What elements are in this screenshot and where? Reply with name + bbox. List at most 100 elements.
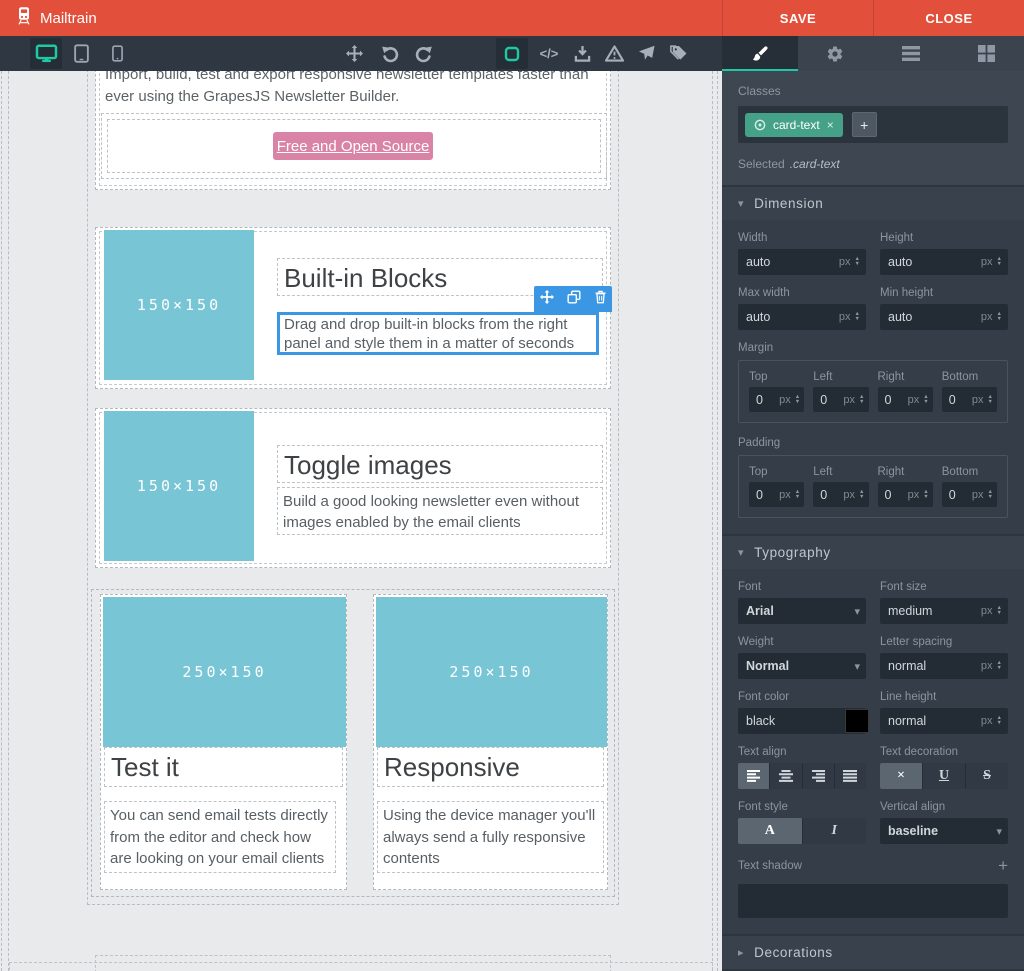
card-text-cell[interactable]: You can send email tests directly from t…	[104, 801, 336, 873]
card-text[interactable]: Build a good looking newsletter even wit…	[278, 488, 602, 536]
selected-card-text[interactable]: Drag and drop built-in blocks from the r…	[277, 312, 599, 355]
spinner-icon[interactable]: ▲▼	[997, 312, 1002, 322]
section-dimension-header[interactable]: ▾ Dimension	[722, 185, 1024, 220]
height-input[interactable]: auto px ▲▼	[880, 249, 1008, 275]
spinner-icon[interactable]: ▲▼	[923, 395, 928, 405]
style-bold-button[interactable]: A	[738, 818, 803, 844]
vertical-align-select[interactable]: baseline ▾	[880, 818, 1008, 844]
open-code-button[interactable]: </>	[536, 38, 562, 69]
placeholder-image[interactable]: 150×150	[104, 411, 254, 561]
class-tag-card-text[interactable]: card-text ×	[745, 113, 843, 137]
font-color-input[interactable]: black	[738, 708, 866, 734]
card-title-cell[interactable]: Test it	[104, 747, 343, 787]
max-width-input[interactable]: auto px ▲▼	[738, 304, 866, 330]
font-size-input[interactable]: medium px ▲▼	[880, 598, 1008, 624]
drag-component-icon[interactable]	[540, 290, 554, 309]
letter-spacing-input[interactable]: normal px ▲▼	[880, 653, 1008, 679]
intro-text[interactable]: Import, build, test and export responsiv…	[105, 71, 610, 108]
spinner-icon[interactable]: ▲▼	[997, 606, 1002, 616]
align-justify-button[interactable]	[835, 763, 866, 789]
section-typography-header[interactable]: ▾ Typography	[722, 534, 1024, 569]
padding-right-input[interactable]: 0 px ▲▼	[878, 482, 933, 507]
merge-tags-button[interactable]	[664, 38, 690, 69]
card-title[interactable]: Test it	[105, 748, 342, 787]
min-height-input[interactable]: auto px ▲▼	[880, 304, 1008, 330]
align-left-button[interactable]	[738, 763, 770, 789]
decoration-underline-button[interactable]: U	[923, 763, 966, 789]
copy-component-icon[interactable]	[567, 290, 581, 309]
spinner-icon[interactable]: ▲▼	[859, 490, 864, 500]
color-swatch[interactable]	[845, 709, 869, 733]
card-text[interactable]: Drag and drop built-in blocks from the r…	[280, 315, 596, 353]
add-class-button[interactable]: +	[852, 112, 877, 137]
spinner-icon[interactable]: ▲▼	[859, 395, 864, 405]
align-right-button[interactable]	[803, 763, 835, 789]
clear-canvas-button[interactable]	[601, 38, 627, 69]
save-button[interactable]: SAVE	[722, 0, 873, 36]
margin-left-input[interactable]: 0 px ▲▼	[813, 387, 868, 412]
newsletter-header-section[interactable]: Import, build, test and export responsiv…	[95, 71, 611, 190]
card-title[interactable]: Toggle images	[278, 446, 602, 485]
card-text[interactable]: Using the device manager you'll always s…	[378, 802, 603, 873]
spinner-icon[interactable]: ▲▼	[855, 257, 860, 267]
padding-top-input[interactable]: 0 px ▲▼	[749, 482, 804, 507]
spinner-icon[interactable]: ▲▼	[923, 490, 928, 500]
add-text-shadow-button[interactable]: +	[998, 856, 1008, 876]
tab-style-manager[interactable]	[722, 36, 798, 71]
redo-button[interactable]	[412, 38, 436, 69]
section-decorations-header[interactable]: ▸ Decorations	[722, 934, 1024, 969]
spinner-icon[interactable]: ▲▼	[988, 490, 993, 500]
close-button[interactable]: CLOSE	[873, 0, 1024, 36]
editor-canvas[interactable]: Import, build, test and export responsiv…	[0, 71, 722, 971]
card-toggle-images[interactable]: 150×150 Toggle images Build a good looki…	[95, 408, 611, 568]
card-text-cell[interactable]: Build a good looking newsletter even wit…	[277, 487, 603, 535]
tab-settings[interactable]	[798, 36, 874, 71]
move-component-button[interactable]	[342, 38, 366, 69]
classes-field[interactable]: card-text × +	[738, 106, 1008, 143]
weight-select[interactable]: Normal ▾	[738, 653, 866, 679]
card-title-cell[interactable]: Responsive	[377, 747, 604, 787]
tab-layers[interactable]	[873, 36, 949, 71]
spinner-icon[interactable]: ▲▼	[997, 257, 1002, 267]
card-responsive[interactable]: 250×150 Responsive Using the device mana…	[373, 594, 608, 890]
font-select[interactable]: Arial ▾	[738, 598, 866, 624]
tab-blocks[interactable]	[949, 36, 1024, 71]
undo-button[interactable]	[378, 38, 402, 69]
placeholder-image[interactable]: 250×150	[376, 597, 607, 747]
margin-bottom-input[interactable]: 0 px ▲▼	[942, 387, 997, 412]
remove-class-icon[interactable]: ×	[827, 118, 834, 132]
toggle-borders-button[interactable]	[496, 38, 528, 69]
text-shadow-list[interactable]	[738, 884, 1008, 918]
device-desktop-button[interactable]	[30, 38, 62, 69]
spinner-icon[interactable]: ▲▼	[997, 716, 1002, 726]
send-test-button[interactable]	[634, 38, 658, 69]
card-test-it[interactable]: 250×150 Test it You can send email tests…	[100, 594, 347, 890]
decoration-none-button[interactable]: ×	[880, 763, 923, 789]
card-title[interactable]: Responsive	[378, 748, 603, 787]
margin-right-input[interactable]: 0 px ▲▼	[878, 387, 933, 412]
padding-bottom-input[interactable]: 0 px ▲▼	[942, 482, 997, 507]
spinner-icon[interactable]: ▲▼	[855, 312, 860, 322]
align-center-button[interactable]	[770, 763, 802, 789]
cta-button[interactable]: Free and Open Source	[273, 132, 433, 160]
card-title-cell[interactable]: Toggle images	[277, 445, 603, 483]
card-built-in-blocks[interactable]: 150×150 Built-in Blocks	[95, 227, 611, 389]
spinner-icon[interactable]: ▲▼	[997, 661, 1002, 671]
card-text-cell[interactable]: Using the device manager you'll always s…	[377, 801, 604, 873]
line-height-input[interactable]: normal px ▲▼	[880, 708, 1008, 734]
spinner-icon[interactable]: ▲▼	[795, 490, 800, 500]
device-tablet-button[interactable]	[67, 38, 95, 69]
device-mobile-button[interactable]	[103, 38, 131, 69]
margin-top-input[interactable]: 0 px ▲▼	[749, 387, 804, 412]
spinner-icon[interactable]: ▲▼	[988, 395, 993, 405]
width-input[interactable]: auto px ▲▼	[738, 249, 866, 275]
decoration-strike-button[interactable]: S	[966, 763, 1008, 789]
delete-component-icon[interactable]	[594, 290, 607, 309]
padding-left-input[interactable]: 0 px ▲▼	[813, 482, 868, 507]
card-text[interactable]: You can send email tests directly from t…	[105, 802, 335, 873]
spinner-icon[interactable]: ▲▼	[795, 395, 800, 405]
placeholder-image[interactable]: 150×150	[104, 230, 254, 380]
import-button[interactable]	[570, 38, 594, 69]
style-italic-button[interactable]: I	[803, 818, 867, 844]
placeholder-image[interactable]: 250×150	[103, 597, 346, 747]
